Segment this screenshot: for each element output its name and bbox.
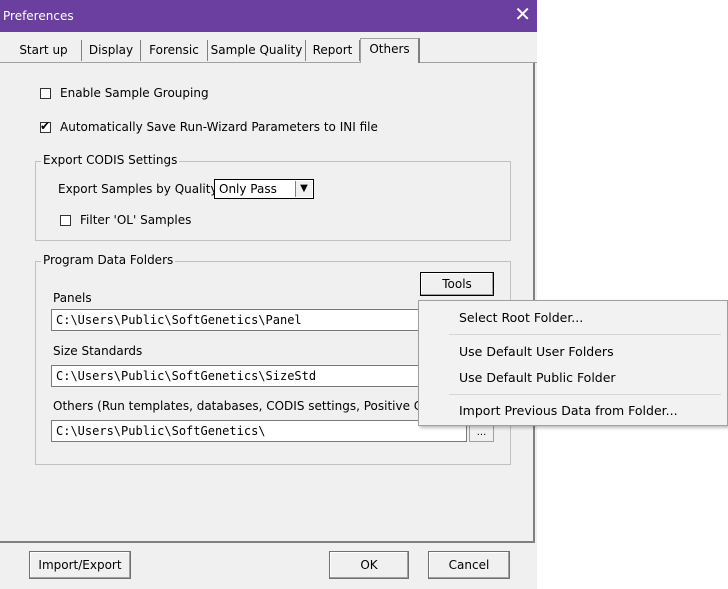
menu-item-import-previous-data[interactable]: Import Previous Data from Folder... <box>459 403 678 418</box>
enable-grouping-checkbox[interactable] <box>40 88 51 99</box>
quality-select-value: Only Pass <box>219 182 277 196</box>
panels-label: Panels <box>53 291 92 305</box>
menu-item-default-public-folder[interactable]: Use Default Public Folder <box>459 370 616 385</box>
export-codis-title: Export CODIS Settings <box>41 153 180 167</box>
title-bar: Preferences ✕ <box>0 0 537 32</box>
preferences-dialog: Preferences ✕ Start up Display Forensic … <box>0 0 537 589</box>
close-icon[interactable]: ✕ <box>514 4 531 24</box>
quality-select[interactable]: Only Pass ▼ <box>214 179 314 199</box>
others-path-field[interactable]: C:\Users\Public\SoftGenetics\ <box>51 420 467 442</box>
menu-item-select-root-folder[interactable]: Select Root Folder... <box>459 310 583 325</box>
cancel-button[interactable]: Cancel <box>428 551 510 579</box>
others-label: Others (Run templates, databases, CODIS … <box>53 399 454 413</box>
tab-display[interactable]: Display <box>82 40 141 61</box>
tab-start-up[interactable]: Start up <box>6 40 82 61</box>
import-export-button[interactable]: Import/Export <box>29 551 131 579</box>
filter-ol-label: Filter 'OL' Samples <box>80 213 192 227</box>
filter-ol-checkbox[interactable] <box>60 215 71 226</box>
tab-strip: Start up Display Forensic Sample Quality… <box>0 32 537 63</box>
tab-report[interactable]: Report <box>306 40 360 61</box>
tools-button[interactable]: Tools <box>420 272 494 296</box>
auto-save-label: Automatically Save Run-Wizard Parameters… <box>60 120 378 134</box>
size-standards-label: Size Standards <box>53 344 143 358</box>
size-standards-path-field[interactable]: C:\Users\Public\SoftGenetics\SizeStd <box>51 365 423 387</box>
export-codis-group <box>35 161 511 241</box>
menu-separator <box>449 334 721 335</box>
ok-button[interactable]: OK <box>329 551 409 579</box>
tools-dropdown-menu: Select Root Folder... Use Default User F… <box>418 300 728 426</box>
browse-others-button[interactable]: ... <box>469 424 494 442</box>
window-title: Preferences <box>3 9 74 23</box>
tab-sample-quality[interactable]: Sample Quality <box>208 40 306 61</box>
chevron-down-icon[interactable]: ▼ <box>295 181 312 197</box>
tab-forensic[interactable]: Forensic <box>141 40 208 61</box>
auto-save-checkbox[interactable] <box>40 119 51 133</box>
program-data-folders-title: Program Data Folders <box>41 253 176 267</box>
tab-others[interactable]: Others <box>360 38 420 63</box>
menu-separator <box>449 394 721 395</box>
panels-path-field[interactable]: C:\Users\Public\SoftGenetics\Panel <box>51 309 423 331</box>
enable-grouping-label: Enable Sample Grouping <box>60 86 209 100</box>
export-quality-label: Export Samples by Quality: <box>58 182 221 196</box>
menu-item-default-user-folders[interactable]: Use Default User Folders <box>459 344 614 359</box>
